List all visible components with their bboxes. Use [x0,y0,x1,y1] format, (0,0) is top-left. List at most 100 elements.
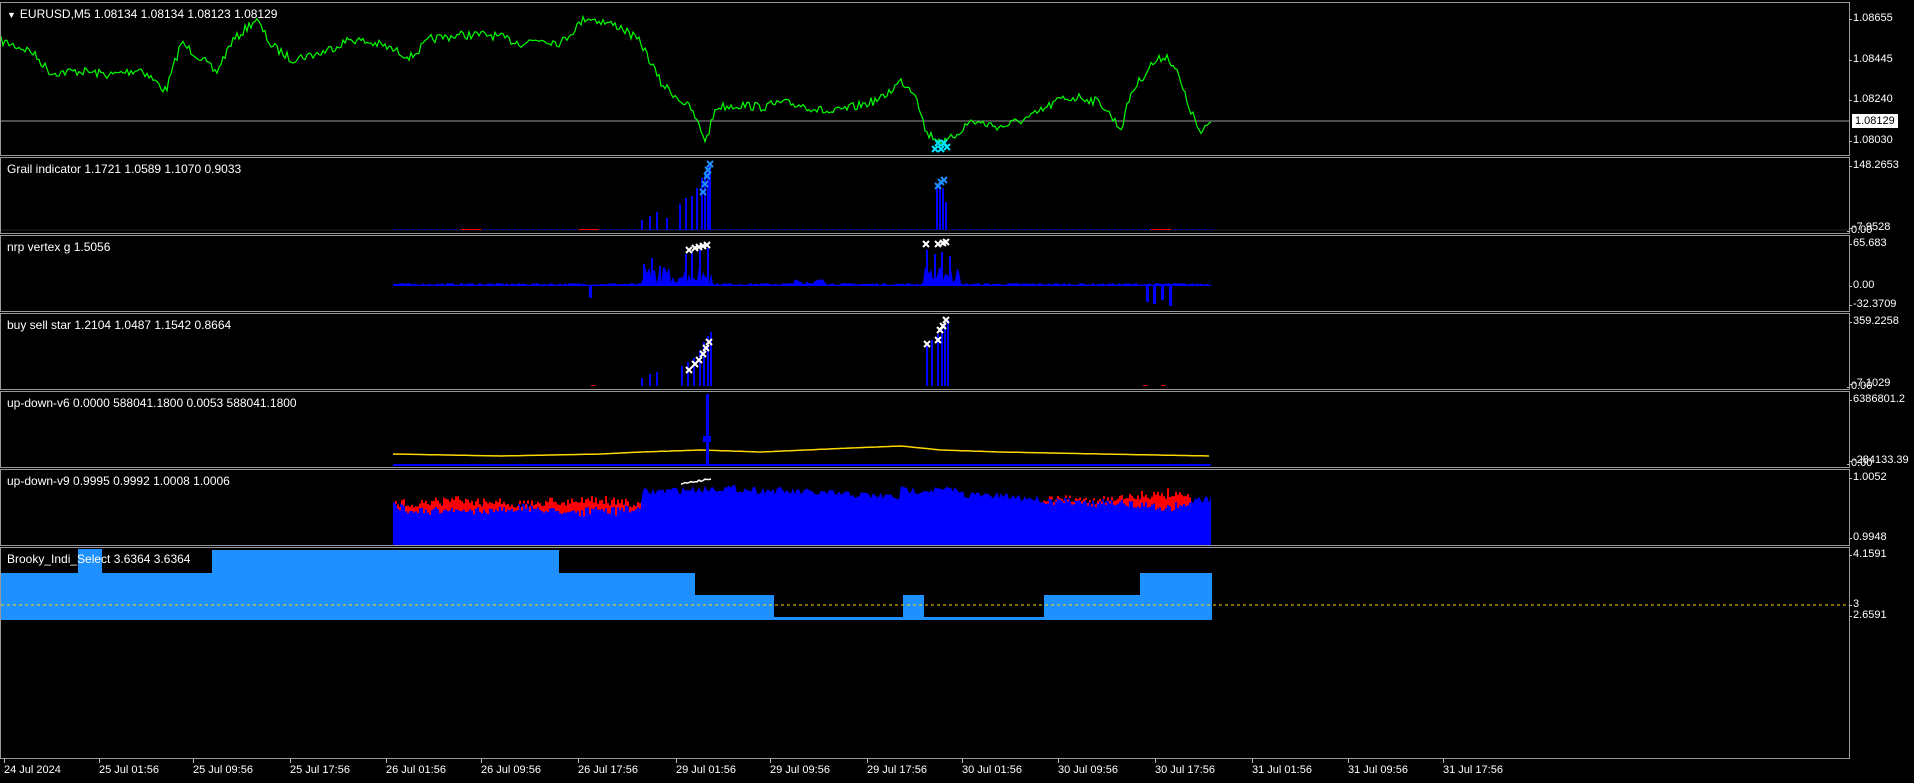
indicator-bar [1179,229,1183,230]
sell-bar [1147,497,1149,508]
indicator-bar [393,464,1211,466]
sell-bar [439,503,441,514]
sell-bar [1063,500,1065,503]
sell-bar [1165,498,1167,508]
sell-bar [1119,495,1121,502]
main-chart-title: ▼ EURUSD,M5 1.08134 1.08134 1.08123 1.081… [7,7,277,21]
sell-bar [487,503,489,515]
grail-indicator-pane[interactable]: Grail indicator 1.1721 1.0589 1.1070 0.9… [0,157,1850,234]
axis-tick: 4.1591 [1849,548,1887,560]
indicator-bar [549,229,553,230]
sell-bar [1087,503,1089,506]
indicator-bar [1023,229,1027,230]
indicator-bar [867,229,871,230]
axis-tick: 1.0052 [1849,471,1887,483]
sell-bar [1067,499,1069,502]
price-tick: 1.08240 [1849,93,1893,105]
sell-bar [1115,500,1117,506]
sell-bar [537,501,539,508]
indicator-bar [1125,229,1129,230]
sell-bar [1075,497,1077,501]
indicator-bar [1137,229,1141,230]
indicator-bar [1053,229,1057,230]
sell-bar [447,499,449,512]
sell-bar [513,506,515,512]
up-down-v9-pane[interactable]: up-down-v9 0.9995 0.9992 1.0008 1.0006 [0,469,1850,546]
nrp-vertex-pane[interactable]: nrp vertex g 1.5056 [0,235,1850,312]
sell-bar [521,506,523,511]
indicator-bar [531,229,535,230]
sell-bar [575,501,577,513]
sell-bar [1161,385,1165,386]
time-label: 31 Jul 09:56 [1348,759,1408,776]
sell-bar [405,505,407,512]
main-chart-pane[interactable]: ▼ EURUSD,M5 1.08134 1.08134 1.08123 1.081… [0,2,1850,156]
price-tick: 1.08445 [1849,53,1893,65]
sell-bar [539,503,541,510]
sell-bar [481,506,483,514]
negative-bar [589,286,592,298]
indicator-bar [669,229,673,230]
sell-bar [587,498,589,508]
sell-bar [619,503,621,511]
buy-sell-star-pane[interactable]: buy sell star 1.2104 1.0487 1.1542 0.866… [0,313,1850,390]
sell-bar [411,504,413,512]
indicator-bar [949,256,951,286]
indicator-bar [1131,229,1135,230]
sell-bar [431,501,433,511]
axis-tick: -32.3709 [1848,298,1897,310]
sell-bar [1053,501,1055,505]
price-tick: 1.08030 [1849,134,1893,146]
indicator-bar [903,229,907,230]
indicator-bar [807,229,811,230]
sell-bar [461,501,463,512]
indicator-bar [735,229,739,230]
sell-bar [445,498,447,510]
indicator-bar [999,229,1003,230]
sell-bar [1135,499,1137,508]
signal-marker-icon [937,145,945,153]
brooky-indi-select-pane[interactable]: Brooky_Indi_Select 3.6364 3.6364 [0,547,1850,759]
indicator-bar [507,229,511,230]
indicator-bar [951,229,955,230]
sell-bar [455,496,457,510]
indicator-bar [704,172,706,230]
sell-bar [1085,497,1087,500]
indicator-bar [641,378,643,386]
sell-bar [1153,491,1155,504]
indicator-bar [825,229,829,230]
sell-bar [473,505,475,515]
time-label: 26 Jul 01:56 [386,759,446,776]
indicator-title: Brooky_Indi_Select 3.6364 3.6364 [7,552,191,566]
sell-bar [1163,496,1165,511]
sell-bar [459,499,461,511]
sell-bar [1173,496,1175,510]
indicator-bar [945,229,949,230]
sell-bar [409,506,411,512]
sell-bar [485,501,487,513]
indicator-bar [1173,229,1177,230]
sell-bar [507,504,509,510]
sell-bar [493,503,495,513]
sell-bar [1181,494,1183,506]
sell-bar [561,502,563,515]
up-down-v6-pane[interactable]: up-down-v6 0.0000 588041.1800 0.0053 588… [0,391,1850,468]
sell-bar [527,500,529,504]
sell-bar [1077,498,1079,501]
indicator-bar [687,362,689,386]
indicator-bar [1101,229,1105,230]
sell-bar [573,501,575,511]
collapse-triangle-icon[interactable]: ▼ [7,10,16,20]
indicator-bar [525,229,529,230]
indicator-bar [675,229,679,230]
indicator-bar [441,229,445,230]
signal-marker-icon [685,246,693,254]
indicator-bar [1047,229,1051,230]
sell-bar [625,498,627,506]
v9-axis: 1.0052 0.9948 [1849,469,1914,546]
indicator-bar [656,212,658,230]
sell-bar [1159,495,1161,508]
indicator-bar [641,220,643,230]
indicator-bar [897,229,901,230]
indicator-bar [649,374,651,386]
